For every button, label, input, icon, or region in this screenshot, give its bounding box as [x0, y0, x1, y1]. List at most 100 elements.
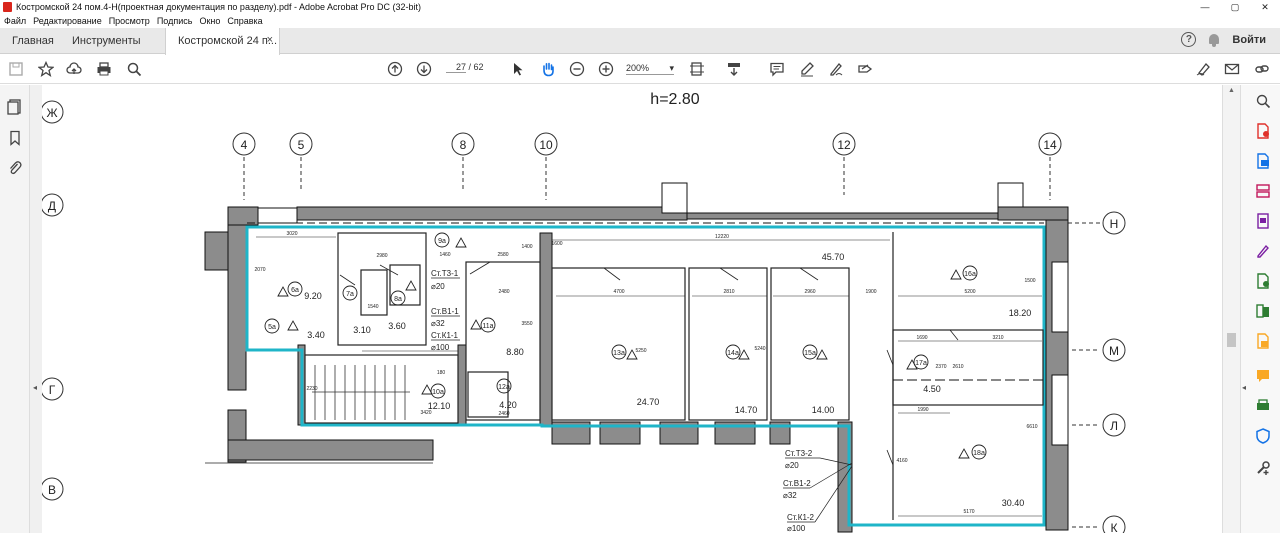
- tag-17a: 17а: [915, 360, 927, 367]
- comment-icon[interactable]: [767, 60, 787, 78]
- search-icon[interactable]: [124, 60, 144, 78]
- highlight-pen-icon[interactable]: [797, 60, 817, 78]
- dim-3420: 3420: [420, 410, 431, 416]
- area-6a: 9.20: [304, 291, 322, 301]
- scroll-mode-icon[interactable]: [724, 60, 744, 78]
- compare-files-icon[interactable]: [1255, 303, 1271, 319]
- zoom-search-icon[interactable]: [1255, 93, 1271, 109]
- dim-4160: 4160: [896, 458, 907, 464]
- tag-9a: 9а: [438, 238, 446, 245]
- dim-2070: 2070: [254, 267, 265, 273]
- cloud-upload-icon[interactable]: [64, 60, 84, 78]
- comment-tool-icon[interactable]: [1255, 368, 1271, 384]
- dim-3210: 3210: [992, 335, 1003, 341]
- more-tools-icon[interactable]: [1255, 460, 1271, 476]
- dim-5250: 5250: [635, 348, 646, 354]
- area-5a: 3.40: [307, 330, 325, 340]
- tab-tools[interactable]: Инструменты: [72, 35, 141, 47]
- zoom-in-icon[interactable]: [596, 60, 616, 78]
- riser-v1-1-name: Ст.В1-1: [431, 307, 459, 316]
- dim-12220: 12220: [715, 234, 729, 240]
- dim-2370: 2370: [935, 364, 946, 370]
- protect-shield-icon[interactable]: [1255, 428, 1271, 444]
- menu-help[interactable]: Справка: [227, 16, 262, 26]
- page-indicator: 27 / 62: [446, 62, 484, 73]
- hand-tool-icon[interactable]: [538, 60, 558, 78]
- axis-label-12: 12: [837, 138, 851, 152]
- tag-8a: 8а: [394, 296, 402, 303]
- save-icon[interactable]: [6, 60, 26, 78]
- bookmark-icon[interactable]: [7, 130, 23, 146]
- dim-5170: 5170: [963, 509, 974, 515]
- dim-1460: 1460: [439, 252, 450, 258]
- edit-pdf-icon[interactable]: [1255, 213, 1271, 229]
- left-sidebar: [0, 85, 30, 533]
- acrobat-logo-icon: [3, 2, 12, 12]
- riser-v1-2-name: Ст.В1-2: [783, 479, 811, 488]
- create-pdf-icon[interactable]: [1255, 123, 1271, 139]
- print-production-icon[interactable]: [1255, 398, 1271, 414]
- tab-document[interactable]: Костромской 24 п... ×: [165, 28, 280, 55]
- fit-page-icon[interactable]: [687, 60, 707, 78]
- dim-2460: 2460: [498, 411, 509, 417]
- menu-window[interactable]: Окно: [199, 16, 220, 26]
- attachment-icon[interactable]: [7, 160, 23, 176]
- share-link-icon[interactable]: [1252, 60, 1272, 78]
- page-thumbnails-icon[interactable]: [7, 99, 23, 115]
- page-down-icon[interactable]: [414, 60, 434, 78]
- zoom-out-icon[interactable]: [567, 60, 587, 78]
- dim-2230: 2230: [306, 386, 317, 392]
- tag-11a: 11а: [482, 323, 493, 330]
- tab-home[interactable]: Главная: [12, 35, 54, 47]
- tab-close-icon[interactable]: ×: [267, 34, 273, 46]
- zoom-select[interactable]: 200% ▾: [626, 63, 674, 75]
- page-number-input[interactable]: 27: [446, 62, 466, 73]
- area-13a: 24.70: [637, 397, 660, 407]
- menu-sign[interactable]: Подпись: [157, 16, 193, 26]
- select-cursor-icon[interactable]: [508, 60, 528, 78]
- optimize-icon[interactable]: [1255, 333, 1271, 349]
- main-toolbar: 27 / 62 200% ▾: [0, 55, 1280, 84]
- draw-icon[interactable]: [826, 60, 846, 78]
- fill-sign-icon[interactable]: [855, 60, 875, 78]
- menu-view[interactable]: Просмотр: [109, 16, 150, 26]
- riser-t3-2-dia: ⌀20: [785, 461, 799, 470]
- menu-file[interactable]: Файл: [4, 16, 26, 26]
- axis-label-4: 4: [241, 138, 248, 152]
- send-for-signature-icon[interactable]: [1255, 273, 1271, 289]
- axis-label-v: В: [48, 483, 56, 497]
- axis-label-k: К: [1111, 521, 1118, 533]
- axis-label-14: 14: [1043, 138, 1057, 152]
- menu-edit[interactable]: Редактирование: [33, 16, 102, 26]
- fill-sign-tool-icon[interactable]: [1255, 243, 1271, 259]
- tag-10a: 10а: [432, 389, 444, 396]
- chevron-down-icon: ▾: [669, 63, 674, 73]
- dim-1690: 1690: [916, 335, 927, 341]
- tag-6a: 6а: [291, 287, 299, 294]
- sign-pen-icon[interactable]: [1194, 60, 1214, 78]
- notification-bell-icon[interactable]: [1208, 33, 1220, 47]
- scrollbar-thumb[interactable]: [1227, 333, 1236, 347]
- restore-button[interactable]: ▢: [1220, 0, 1250, 14]
- sign-in-button[interactable]: Войти: [1232, 34, 1266, 46]
- riser-t3-2-name: Ст.Т3-2: [785, 449, 813, 458]
- help-icon[interactable]: ?: [1181, 32, 1197, 47]
- document-viewport[interactable]: h=2.80 4 5 8 10 12 14 Ж Д Г В Н М Л К 9.…: [42, 85, 1222, 533]
- scroll-up-icon[interactable]: ▲: [1228, 87, 1235, 94]
- email-icon[interactable]: [1222, 60, 1242, 78]
- page-up-icon[interactable]: [385, 60, 405, 78]
- organize-pages-icon[interactable]: [1255, 183, 1271, 199]
- minimize-button[interactable]: —: [1190, 0, 1220, 14]
- riser-v1-2-dia: ⌀32: [783, 491, 797, 500]
- axis-label-8: 8: [460, 138, 467, 152]
- right-panel-collapse-icon[interactable]: ◂: [1242, 383, 1246, 392]
- close-window-button[interactable]: ✕: [1250, 0, 1280, 14]
- left-panel-toggle[interactable]: ◂: [30, 85, 42, 533]
- print-icon[interactable]: [94, 60, 114, 78]
- star-icon[interactable]: [36, 60, 56, 78]
- area-17a: 4.50: [923, 384, 941, 394]
- export-pdf-icon[interactable]: [1255, 153, 1271, 169]
- dim-6610: 6610: [1026, 424, 1037, 430]
- riser-k1-1-dia: ⌀100: [431, 343, 450, 352]
- vertical-scrollbar[interactable]: ▲: [1222, 85, 1240, 533]
